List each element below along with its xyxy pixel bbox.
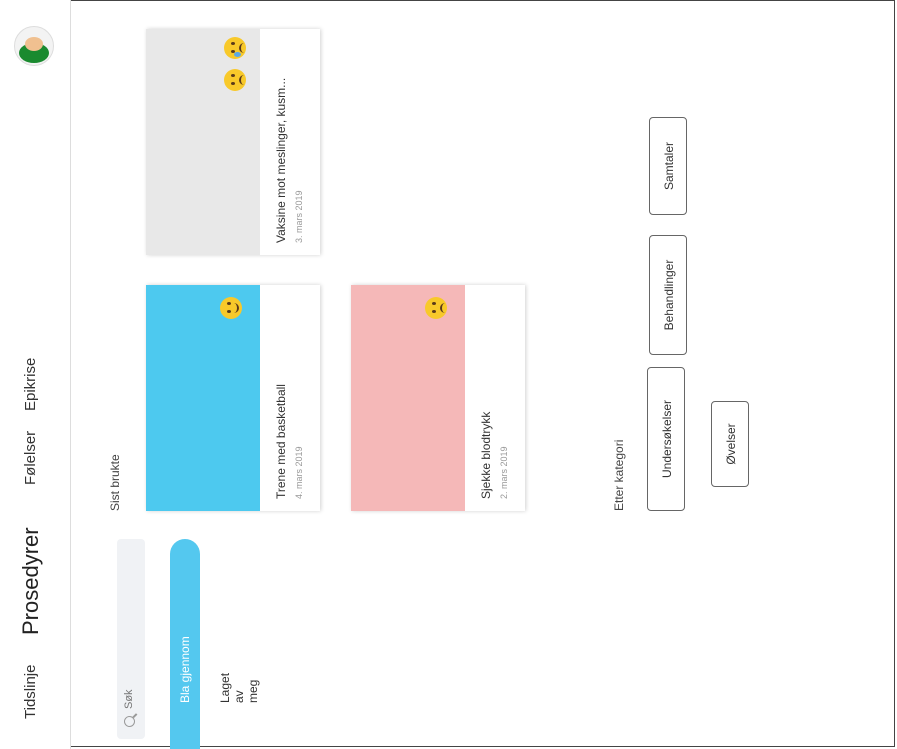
crying-emoji-icon xyxy=(224,37,246,59)
card-color-block xyxy=(146,29,260,255)
recent-card[interactable]: Sjekke blodtrykk 2. mars 2019 xyxy=(351,285,525,511)
nav-prosedyrer[interactable]: Prosedyrer xyxy=(18,527,44,635)
nav-tidslinje[interactable]: Tidslinje xyxy=(22,665,39,719)
card-color-block xyxy=(146,285,260,511)
worried-emoji-icon xyxy=(224,69,246,91)
recent-card[interactable]: Trene med basketball 4. mars 2019 xyxy=(146,285,320,511)
card-date: 2. mars 2019 xyxy=(499,446,509,499)
recent-heading: Sist brukte xyxy=(108,454,122,511)
category-undersokelser-button[interactable]: Undersøkelser xyxy=(647,367,685,511)
card-title: Trene med basketball xyxy=(274,384,288,499)
avatar-face-icon xyxy=(25,37,43,51)
card-title: Vaksine mot meslinger, kusm... xyxy=(274,77,288,243)
filter-laget-av-meg[interactable]: Laget av meg xyxy=(218,673,260,703)
category-heading: Etter kategori xyxy=(612,439,626,511)
search-input[interactable] xyxy=(122,557,136,711)
worried-emoji-icon xyxy=(425,297,447,319)
category-ovelser-button[interactable]: Øvelser xyxy=(711,401,749,487)
search-box[interactable] xyxy=(117,539,145,739)
card-date: 3. mars 2019 xyxy=(294,190,304,243)
nav-epikrise[interactable]: Epikrise xyxy=(22,358,39,411)
grin-squint-emoji-icon xyxy=(220,297,242,319)
user-avatar[interactable] xyxy=(14,26,54,66)
search-icon xyxy=(124,716,135,727)
card-color-block xyxy=(351,285,465,511)
recent-card[interactable]: Vaksine mot meslinger, kusm... 3. mars 2… xyxy=(146,29,320,255)
top-navigation: Tidslinje Prosedyrer Følelser Epikrise xyxy=(0,0,71,749)
card-title: Sjekke blodtrykk xyxy=(479,411,493,499)
card-date: 4. mars 2019 xyxy=(294,446,304,499)
filter-bla-gjennom[interactable]: Bla gjennom xyxy=(170,539,200,749)
nav-folelser[interactable]: Følelser xyxy=(22,431,39,485)
category-samtaler-button[interactable]: Samtaler xyxy=(649,117,687,215)
category-behandlinger-button[interactable]: Behandlinger xyxy=(649,235,687,355)
